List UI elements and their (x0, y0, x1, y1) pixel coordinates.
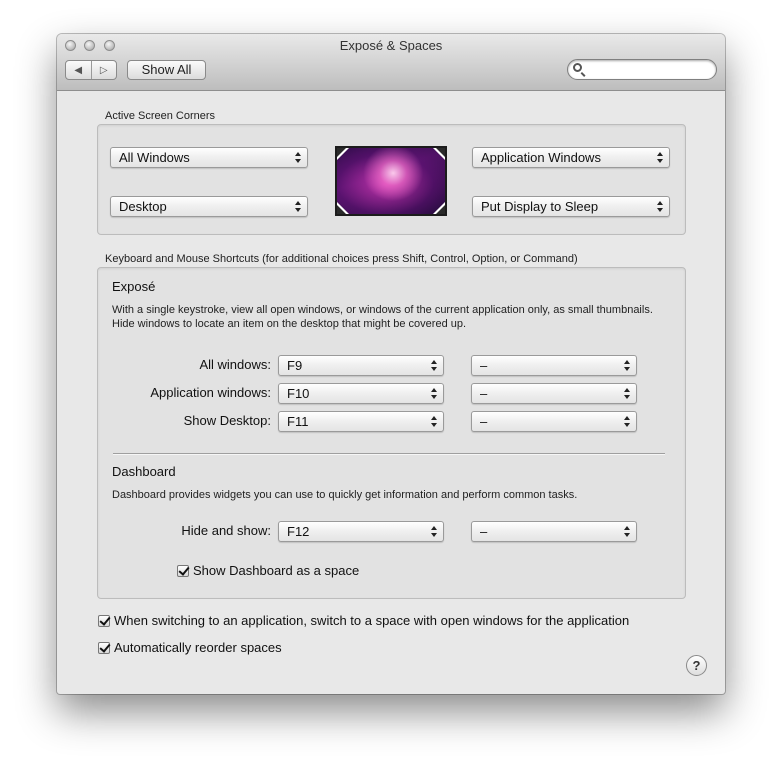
show-all-button[interactable]: Show All (127, 60, 206, 80)
popup-arrows-icon (624, 387, 630, 400)
title-bar: Exposé & Spaces ◀ ▷ Show All (57, 34, 725, 91)
help-icon: ? (692, 658, 701, 673)
popup-arrows-icon (624, 415, 630, 428)
popup-arrows-icon (431, 415, 437, 428)
show-desktop-mouse-popup[interactable]: – (471, 411, 637, 432)
popup-arrows-icon (295, 200, 301, 213)
screen-corners-preview (335, 146, 447, 216)
corner-marker-icon (337, 148, 346, 157)
active-screen-corners-label: Active Screen Corners (105, 110, 216, 122)
checkbox-checked-icon (98, 614, 110, 627)
top-left-corner-popup[interactable]: All Windows (110, 147, 308, 168)
application-windows-key-popup[interactable]: F10 (278, 383, 444, 404)
back-arrow-icon: ◀ (74, 64, 83, 76)
popup-arrows-icon (624, 525, 630, 538)
expose-description: With a single keystroke, view all open w… (112, 304, 653, 330)
bottom-right-corner-value: Put Display to Sleep (481, 199, 599, 214)
popup-arrows-icon (295, 151, 301, 164)
checkbox-checked-icon (177, 564, 189, 577)
top-left-corner-value: All Windows (119, 150, 190, 165)
application-windows-mouse-value: – (480, 386, 488, 401)
popup-arrows-icon (657, 200, 663, 213)
popup-arrows-icon (431, 387, 437, 400)
show-desktop-mouse-value: – (480, 414, 488, 429)
bottom-left-corner-popup[interactable]: Desktop (110, 196, 308, 217)
popup-arrows-icon (624, 359, 630, 372)
search-field[interactable] (567, 59, 717, 80)
dashboard-description: Dashboard provides widgets you can use t… (112, 489, 578, 501)
top-right-corner-popup[interactable]: Application Windows (472, 147, 670, 168)
switch-to-space-checkbox[interactable]: When switching to an application, switch… (98, 613, 629, 628)
popup-arrows-icon (431, 525, 437, 538)
hide-and-show-mouse-value: – (480, 524, 488, 539)
popup-arrows-icon (657, 151, 663, 164)
search-icon (573, 63, 582, 72)
corner-marker-icon (436, 148, 445, 157)
hide-and-show-label: Hide and show: (181, 523, 271, 538)
shortcuts-section-label: Keyboard and Mouse Shortcuts (for additi… (105, 253, 578, 265)
application-windows-label: Application windows: (150, 385, 271, 400)
back-button[interactable]: ◀ (66, 61, 91, 79)
checkbox-checked-icon (98, 641, 110, 654)
reorder-spaces-checkbox[interactable]: Automatically reorder spaces (98, 640, 282, 655)
preferences-window: Exposé & Spaces ◀ ▷ Show All Active Scre… (57, 34, 725, 694)
forward-arrow-icon: ▷ (99, 64, 108, 76)
help-button[interactable]: ? (686, 655, 707, 676)
all-windows-key-popup[interactable]: F9 (278, 355, 444, 376)
switch-to-space-label: When switching to an application, switch… (114, 613, 630, 628)
show-desktop-key-value: F11 (287, 414, 309, 429)
hide-and-show-key-value: F12 (287, 524, 310, 539)
all-windows-mouse-popup[interactable]: – (471, 355, 637, 376)
show-desktop-key-popup[interactable]: F11 (278, 411, 444, 432)
bottom-left-corner-value: Desktop (119, 199, 167, 214)
all-windows-key-value: F9 (287, 358, 303, 373)
window-title: Exposé & Spaces (339, 38, 443, 53)
top-right-corner-value: Application Windows (481, 150, 601, 165)
expose-heading: Exposé (112, 279, 156, 294)
application-windows-mouse-popup[interactable]: – (471, 383, 637, 404)
show-dashboard-as-space-label: Show Dashboard as a space (193, 563, 360, 578)
hide-and-show-mouse-popup[interactable]: – (471, 521, 637, 542)
hide-and-show-key-popup[interactable]: F12 (278, 521, 444, 542)
show-dashboard-as-space-checkbox[interactable]: Show Dashboard as a space (177, 563, 359, 578)
forward-button[interactable]: ▷ (90, 61, 117, 79)
corner-marker-icon (436, 205, 445, 214)
application-windows-key-value: F10 (287, 386, 310, 401)
popup-arrows-icon (431, 359, 437, 372)
search-input[interactable] (586, 61, 714, 79)
show-desktop-label: Show Desktop: (183, 413, 271, 428)
all-windows-label: All windows: (199, 357, 271, 372)
reorder-spaces-label: Automatically reorder spaces (114, 640, 282, 655)
back-forward-buttons: ◀ ▷ (65, 60, 117, 80)
all-windows-mouse-value: – (480, 358, 488, 373)
section-divider (113, 453, 665, 455)
dashboard-heading: Dashboard (112, 464, 176, 479)
bottom-right-corner-popup[interactable]: Put Display to Sleep (472, 196, 670, 217)
corner-marker-icon (337, 205, 346, 214)
